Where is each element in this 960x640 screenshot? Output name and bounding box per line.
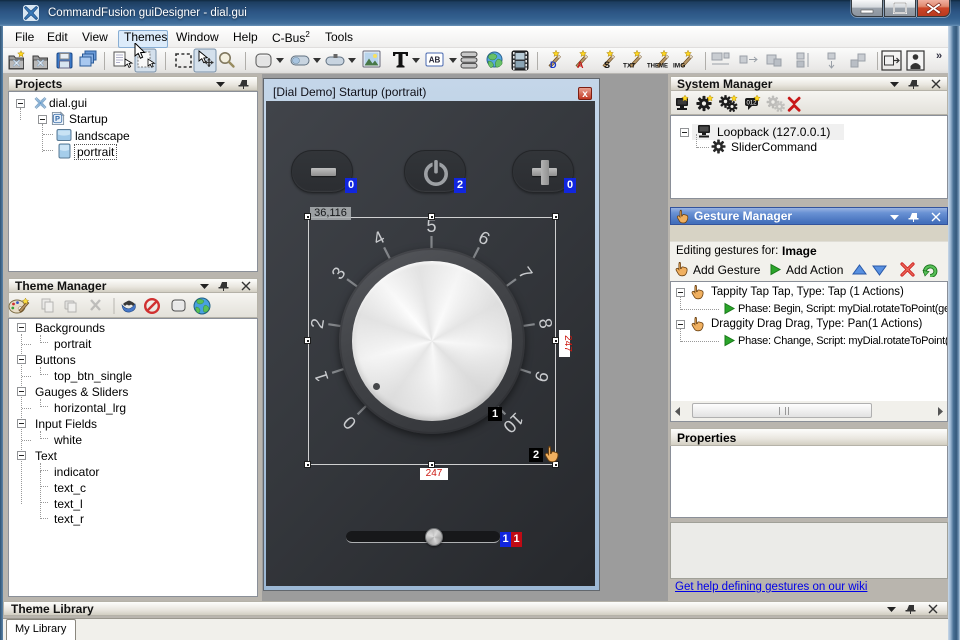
- svg-text:AB: AB: [429, 56, 441, 65]
- svg-text:D: D: [550, 60, 557, 70]
- svg-text:P: P: [55, 114, 60, 123]
- svg-text:TXT: TXT: [623, 63, 635, 70]
- svg-text:S: S: [604, 60, 610, 70]
- svg-text:IMG: IMG: [673, 63, 685, 70]
- svg-text:A: A: [577, 60, 584, 70]
- svg-text:012: 012: [746, 101, 757, 107]
- svg-text:»: »: [936, 50, 942, 62]
- svg-text:THEME: THEME: [647, 64, 668, 70]
